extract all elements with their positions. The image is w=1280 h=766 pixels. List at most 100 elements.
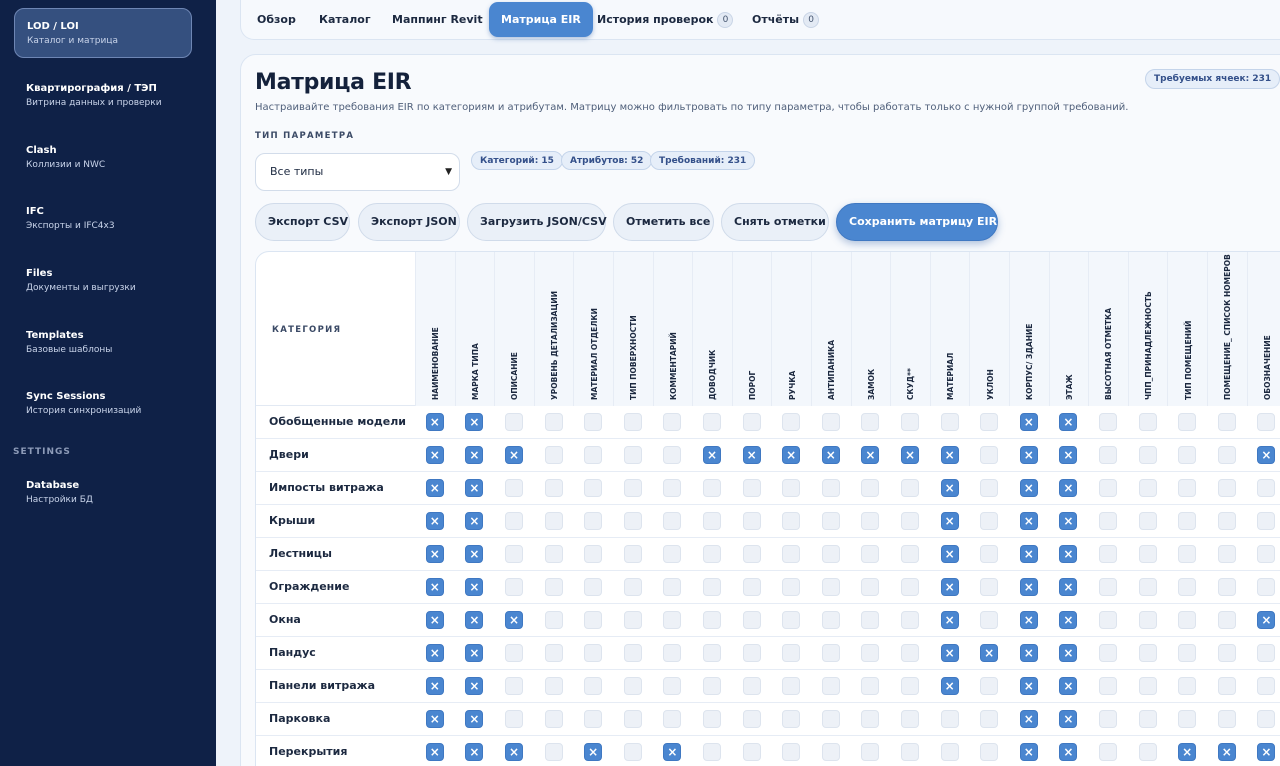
matrix-checkbox[interactable] (623, 479, 642, 497)
matrix-checkbox[interactable] (821, 446, 840, 464)
matrix-checkbox[interactable] (465, 710, 484, 728)
matrix-checkbox[interactable] (1019, 545, 1038, 563)
matrix-checkbox[interactable] (1178, 710, 1197, 728)
matrix-checkbox[interactable] (782, 710, 801, 728)
matrix-checkbox[interactable] (425, 512, 444, 530)
matrix-checkbox[interactable] (505, 611, 523, 629)
matrix-checkbox[interactable] (703, 413, 721, 431)
matrix-checkbox[interactable] (1138, 743, 1157, 761)
matrix-checkbox[interactable] (623, 512, 642, 530)
matrix-checkbox[interactable] (742, 446, 761, 464)
matrix-checkbox[interactable] (663, 578, 682, 596)
matrix-checkbox[interactable] (1138, 512, 1157, 530)
matrix-checkbox[interactable] (544, 743, 563, 761)
matrix-checkbox[interactable] (782, 413, 801, 431)
parameter-type-select[interactable]: Все типы ▼ (255, 153, 460, 191)
matrix-checkbox[interactable] (901, 479, 919, 497)
matrix-checkbox[interactable] (1257, 446, 1276, 464)
matrix-checkbox[interactable] (861, 446, 880, 464)
matrix-checkbox[interactable] (901, 512, 919, 530)
matrix-checkbox[interactable] (940, 479, 959, 497)
matrix-checkbox[interactable] (544, 644, 563, 662)
matrix-checkbox[interactable] (663, 413, 682, 431)
matrix-checkbox[interactable] (703, 545, 721, 563)
matrix-checkbox[interactable] (425, 446, 444, 464)
matrix-checkbox[interactable] (1217, 710, 1236, 728)
matrix-checkbox[interactable] (663, 743, 682, 761)
matrix-checkbox[interactable] (1178, 644, 1197, 662)
matrix-checkbox[interactable] (1178, 545, 1197, 563)
matrix-checkbox[interactable] (980, 743, 999, 761)
matrix-checkbox[interactable] (980, 479, 999, 497)
matrix-checkbox[interactable] (821, 545, 840, 563)
matrix-checkbox[interactable] (742, 413, 761, 431)
matrix-checkbox[interactable] (584, 743, 603, 761)
matrix-checkbox[interactable] (1099, 512, 1117, 530)
matrix-checkbox[interactable] (505, 545, 523, 563)
matrix-checkbox[interactable] (544, 512, 563, 530)
matrix-checkbox[interactable] (1217, 512, 1236, 530)
tab-check-history[interactable]: История проверок 0 (585, 2, 745, 37)
matrix-checkbox[interactable] (940, 677, 959, 695)
matrix-checkbox[interactable] (901, 710, 919, 728)
matrix-checkbox[interactable] (940, 545, 959, 563)
matrix-checkbox[interactable] (663, 545, 682, 563)
matrix-checkbox[interactable] (703, 743, 721, 761)
matrix-checkbox[interactable] (782, 512, 801, 530)
matrix-checkbox[interactable] (861, 413, 880, 431)
matrix-checkbox[interactable] (584, 545, 603, 563)
matrix-checkbox[interactable] (425, 413, 444, 431)
matrix-checkbox[interactable] (1178, 413, 1197, 431)
matrix-checkbox[interactable] (1099, 578, 1117, 596)
matrix-checkbox[interactable] (425, 743, 444, 761)
matrix-checkbox[interactable] (425, 644, 444, 662)
matrix-checkbox[interactable] (425, 479, 444, 497)
matrix-checkbox[interactable] (623, 545, 642, 563)
matrix-checkbox[interactable] (425, 545, 444, 563)
matrix-checkbox[interactable] (782, 479, 801, 497)
matrix-checkbox[interactable] (1217, 413, 1236, 431)
matrix-checkbox[interactable] (505, 479, 523, 497)
matrix-checkbox[interactable] (1099, 644, 1117, 662)
matrix-checkbox[interactable] (663, 710, 682, 728)
matrix-checkbox[interactable] (940, 413, 959, 431)
matrix-checkbox[interactable] (1217, 545, 1236, 563)
matrix-checkbox[interactable] (1257, 743, 1276, 761)
tab-revit-mapping[interactable]: Маппинг Revit (380, 2, 495, 37)
sidebar-item-lod-loi[interactable]: LOD / LOI Каталог и матрица (14, 8, 192, 58)
matrix-checkbox[interactable] (465, 545, 484, 563)
matrix-checkbox[interactable] (544, 446, 563, 464)
uncheck-all-button[interactable]: Снять отметки (721, 203, 829, 241)
matrix-checkbox[interactable] (861, 578, 880, 596)
matrix-checkbox[interactable] (1059, 677, 1078, 695)
tab-reports[interactable]: Отчёты 0 (740, 2, 831, 37)
matrix-checkbox[interactable] (1217, 677, 1236, 695)
matrix-checkbox[interactable] (980, 611, 999, 629)
matrix-checkbox[interactable] (1019, 611, 1038, 629)
matrix-checkbox[interactable] (1257, 710, 1276, 728)
matrix-checkbox[interactable] (782, 743, 801, 761)
sidebar-item-database[interactable]: Database Настройки БД (14, 479, 192, 506)
matrix-checkbox[interactable] (465, 479, 484, 497)
matrix-checkbox[interactable] (1099, 611, 1117, 629)
matrix-checkbox[interactable] (663, 446, 682, 464)
matrix-checkbox[interactable] (584, 710, 603, 728)
matrix-checkbox[interactable] (465, 611, 484, 629)
matrix-checkbox[interactable] (821, 479, 840, 497)
matrix-checkbox[interactable] (663, 644, 682, 662)
matrix-checkbox[interactable] (940, 446, 959, 464)
matrix-checkbox[interactable] (861, 479, 880, 497)
matrix-checkbox[interactable] (980, 413, 999, 431)
matrix-checkbox[interactable] (623, 446, 642, 464)
sidebar-item-templates[interactable]: Templates Базовые шаблоны (14, 329, 192, 356)
sidebar-item-sync-sessions[interactable]: Sync Sessions История синхронизаций (14, 390, 192, 417)
matrix-checkbox[interactable] (1059, 545, 1078, 563)
matrix-checkbox[interactable] (1138, 446, 1157, 464)
matrix-checkbox[interactable] (742, 644, 761, 662)
matrix-checkbox[interactable] (1217, 446, 1236, 464)
matrix-checkbox[interactable] (1217, 611, 1236, 629)
matrix-checkbox[interactable] (782, 677, 801, 695)
matrix-checkbox[interactable] (584, 446, 603, 464)
matrix-checkbox[interactable] (1257, 413, 1276, 431)
matrix-checkbox[interactable] (703, 578, 721, 596)
